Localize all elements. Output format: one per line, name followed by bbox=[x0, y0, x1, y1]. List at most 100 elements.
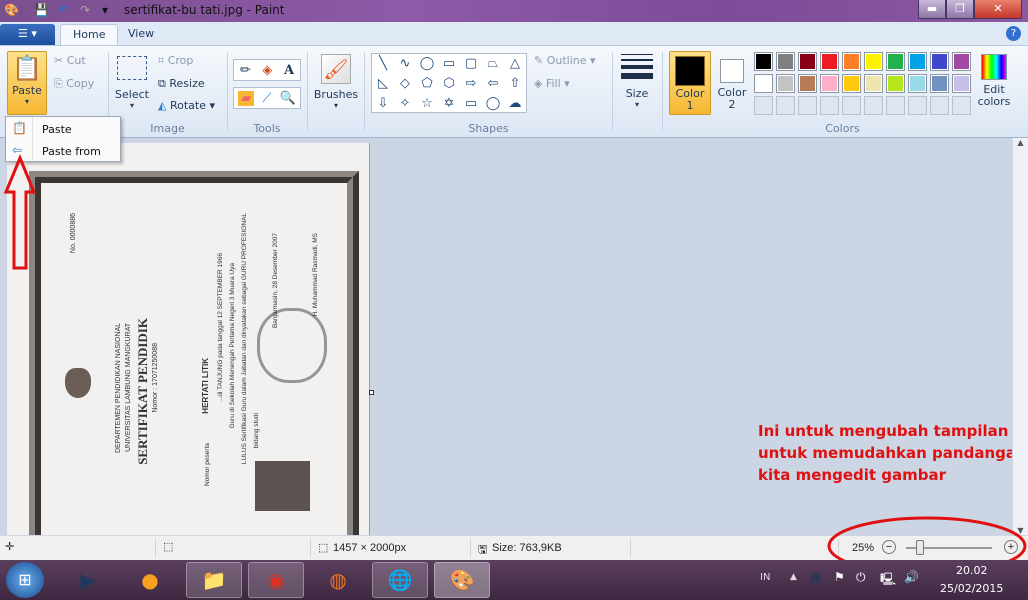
shape-tool[interactable]: ⇨ bbox=[460, 74, 482, 94]
resize-handle[interactable] bbox=[369, 390, 374, 395]
palette-swatch[interactable] bbox=[908, 52, 927, 71]
shape-tool[interactable]: ✧ bbox=[394, 94, 416, 114]
save-icon[interactable]: 💾 bbox=[34, 3, 49, 17]
clock-time[interactable]: 20.02 bbox=[956, 564, 988, 577]
shape-tool[interactable]: △ bbox=[504, 54, 526, 74]
gom-player-icon[interactable]: ● bbox=[122, 562, 178, 598]
custom-color-slot[interactable] bbox=[864, 96, 883, 115]
shape-tool[interactable]: ⬠ bbox=[416, 74, 438, 94]
eraser-icon[interactable]: ▰ bbox=[238, 90, 255, 106]
shape-tool[interactable]: ∿ bbox=[394, 54, 416, 74]
shape-tool[interactable]: ▢ bbox=[460, 54, 482, 74]
select-button[interactable]: Select ▾ bbox=[114, 54, 150, 110]
palette-swatch[interactable] bbox=[952, 74, 971, 93]
cut-button[interactable]: ✂ Cut bbox=[54, 54, 86, 67]
undo-icon[interactable]: ↶ bbox=[56, 3, 70, 17]
palette-swatch[interactable] bbox=[886, 74, 905, 93]
shape-tool[interactable]: ▭ bbox=[438, 54, 460, 74]
size-button[interactable]: Size ▾ bbox=[618, 54, 656, 109]
canvas-image[interactable]: No. 0000886 DEPARTEMEN PENDIDIKAN NASION… bbox=[7, 143, 370, 535]
shape-tool[interactable]: ╲ bbox=[372, 54, 394, 74]
rotate-button[interactable]: ◭ Rotate ▾ bbox=[158, 99, 215, 112]
customize-quick-access-icon[interactable]: ▾ bbox=[98, 3, 112, 17]
start-button[interactable]: ⊞ bbox=[6, 562, 44, 598]
palette-swatch[interactable] bbox=[930, 52, 949, 71]
palette-swatch[interactable] bbox=[754, 52, 773, 71]
custom-color-slot[interactable] bbox=[908, 96, 927, 115]
copy-button[interactable]: ⎘ Copy bbox=[54, 77, 94, 91]
palette-swatch[interactable] bbox=[842, 52, 861, 71]
scroll-up-icon[interactable]: ▲ bbox=[1013, 138, 1028, 147]
shape-tool[interactable]: ◯ bbox=[416, 54, 438, 74]
shape-tool[interactable]: ⏢ bbox=[482, 54, 504, 74]
media-player-icon[interactable]: ▶ bbox=[60, 562, 116, 598]
palette-swatch[interactable] bbox=[952, 52, 971, 71]
shape-tool[interactable]: ⇦ bbox=[482, 74, 504, 94]
custom-color-slot[interactable] bbox=[820, 96, 839, 115]
shape-tool[interactable]: ☁ bbox=[504, 94, 526, 114]
palette-swatch[interactable] bbox=[820, 74, 839, 93]
palette-swatch[interactable] bbox=[864, 52, 883, 71]
custom-color-slot[interactable] bbox=[798, 96, 817, 115]
palette-swatch[interactable] bbox=[798, 74, 817, 93]
paint-menu-button[interactable]: ☰ ▾ bbox=[0, 24, 55, 45]
palette-swatch[interactable] bbox=[798, 52, 817, 71]
color2-button[interactable]: Color 2 bbox=[714, 51, 750, 111]
palette-swatch[interactable] bbox=[776, 52, 795, 71]
shape-tool[interactable]: ◺ bbox=[372, 74, 394, 94]
palette-swatch[interactable] bbox=[886, 52, 905, 71]
pencil-icon[interactable]: ✏ bbox=[240, 63, 251, 78]
crop-button[interactable]: ⌗ Crop bbox=[158, 54, 193, 68]
vertical-scrollbar[interactable]: ▲ ▼ bbox=[1012, 138, 1028, 535]
shape-tool[interactable]: ▭ bbox=[460, 94, 482, 114]
paint-app-icon[interactable]: 🎨 bbox=[4, 3, 19, 17]
paint-taskbar-icon[interactable]: 🎨 bbox=[434, 562, 490, 598]
custom-color-slot[interactable] bbox=[952, 96, 971, 115]
tab-home[interactable]: Home bbox=[60, 24, 119, 45]
palette-swatch[interactable] bbox=[754, 74, 773, 93]
close-button[interactable]: ✕ bbox=[974, 0, 1022, 19]
palette-swatch[interactable] bbox=[820, 52, 839, 71]
shape-tool[interactable]: ⬡ bbox=[438, 74, 460, 94]
shape-tool[interactable]: ◯ bbox=[482, 94, 504, 114]
shape-tool[interactable]: ⇩ bbox=[372, 94, 394, 114]
redo-icon[interactable]: ↷ bbox=[78, 3, 92, 17]
custom-color-slot[interactable] bbox=[754, 96, 773, 115]
volume-icon[interactable]: 🔊 bbox=[904, 570, 919, 584]
internet-globe-icon[interactable]: 🌐 bbox=[372, 562, 428, 598]
magnifier-icon[interactable]: 🔍 bbox=[280, 91, 296, 106]
action-center-flag-icon[interactable]: ⚑ bbox=[834, 570, 845, 584]
help-icon[interactable]: ? bbox=[1006, 26, 1021, 41]
shape-tool[interactable]: ☆ bbox=[416, 94, 438, 114]
fill-bucket-icon[interactable]: ◈ bbox=[262, 63, 272, 78]
custom-color-slot[interactable] bbox=[776, 96, 795, 115]
firefox-icon[interactable]: ◍ bbox=[310, 562, 366, 598]
fill-button[interactable]: ◈ Fill ▾ bbox=[534, 77, 570, 90]
clock-date[interactable]: 25/02/2015 bbox=[940, 582, 1003, 595]
resize-button[interactable]: ⧉ Resize bbox=[158, 77, 205, 91]
custom-color-slot[interactable] bbox=[886, 96, 905, 115]
brushes-button[interactable]: 🖌 Brushes ▾ bbox=[312, 54, 360, 110]
edit-colors-button[interactable]: Edit colors bbox=[976, 54, 1012, 108]
paste-button[interactable]: 📋 Paste ▾ bbox=[7, 51, 47, 115]
palette-swatch[interactable] bbox=[842, 74, 861, 93]
chrome-icon[interactable]: ◉ bbox=[248, 562, 304, 598]
palette-swatch[interactable] bbox=[776, 74, 795, 93]
power-icon[interactable]: ⏻ bbox=[856, 570, 866, 585]
tab-view[interactable]: View bbox=[116, 24, 166, 45]
antivirus-icon[interactable]: ▦ bbox=[810, 570, 821, 584]
minimize-button[interactable]: ▬ bbox=[918, 0, 946, 19]
network-icon[interactable]: 🖳 bbox=[880, 570, 896, 591]
text-icon[interactable]: A bbox=[284, 63, 294, 78]
shape-tool[interactable]: ✡ bbox=[438, 94, 460, 114]
language-indicator[interactable]: IN bbox=[760, 572, 770, 583]
palette-swatch[interactable] bbox=[908, 74, 927, 93]
custom-color-slot[interactable] bbox=[930, 96, 949, 115]
outline-button[interactable]: ✎ Outline ▾ bbox=[534, 54, 596, 67]
menu-item-paste[interactable]: 📋 Paste bbox=[6, 119, 120, 139]
show-hidden-icons[interactable]: ▲ bbox=[790, 572, 797, 582]
shape-tool[interactable]: ⇧ bbox=[504, 74, 526, 94]
palette-swatch[interactable] bbox=[930, 74, 949, 93]
color1-button[interactable]: Color 1 bbox=[669, 51, 711, 115]
shape-tool[interactable]: ◇ bbox=[394, 74, 416, 94]
